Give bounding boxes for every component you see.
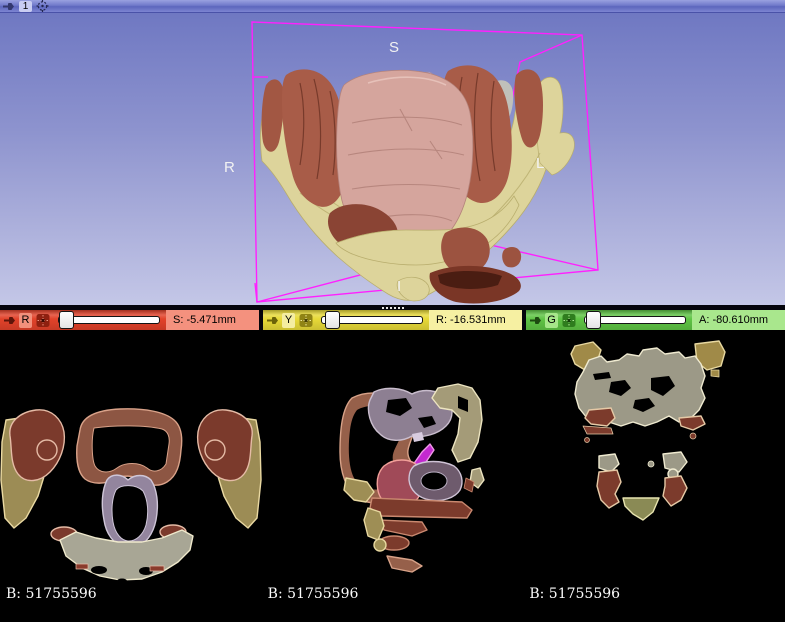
green-slice-view[interactable]: B: 51755596	[523, 330, 785, 622]
green-slice-controller: G A: -80.610mm	[526, 310, 785, 330]
red-slice-controller: R S: -5.471mm	[0, 310, 259, 330]
axial-segmentation	[0, 330, 262, 622]
slice-menu-icon[interactable]	[35, 313, 51, 328]
view-number-badge[interactable]: 1	[19, 1, 32, 12]
segmentation-3d-model	[0, 13, 785, 305]
slider-handle[interactable]	[325, 311, 340, 329]
splitter-grip[interactable]	[382, 307, 404, 309]
corner-annotation: B: 51755596	[6, 586, 97, 602]
slice-offset-slider[interactable]	[57, 312, 161, 328]
view-letter-badge[interactable]: G	[545, 313, 558, 328]
axis-label-left: L	[536, 156, 544, 171]
pin-icon[interactable]	[266, 315, 279, 326]
view3d-controller-bar: 1	[0, 0, 785, 13]
view-letter-badge[interactable]: R	[19, 313, 32, 328]
red-slice-view[interactable]: B: 51755596	[0, 330, 262, 622]
axis-label-superior: S	[389, 40, 399, 55]
axis-label-inferior: I	[397, 279, 401, 294]
view-letter-badge[interactable]: Y	[282, 313, 295, 328]
slice-views-row: B: 51755596	[0, 330, 785, 622]
corner-annotation: B: 51755596	[268, 586, 359, 602]
slice-offset-slider[interactable]	[583, 312, 687, 328]
slice-menu-icon[interactable]	[298, 313, 314, 328]
pin-icon[interactable]	[2, 1, 15, 12]
slider-handle[interactable]	[586, 311, 601, 329]
coronal-segmentation	[523, 330, 785, 622]
yellow-slice-controller: Y R: -16.531mm	[263, 310, 522, 330]
pin-icon[interactable]	[529, 315, 542, 326]
axis-label-right: R	[224, 160, 235, 175]
slice-offset-value: R: -16.531mm	[429, 310, 522, 330]
yellow-slice-view[interactable]: B: 51755596	[262, 330, 524, 622]
slider-handle[interactable]	[59, 311, 74, 329]
sagittal-segmentation	[262, 330, 524, 622]
slice-offset-value: S: -5.471mm	[166, 310, 259, 330]
pin-icon[interactable]	[3, 315, 16, 326]
slice-offset-slider[interactable]	[320, 312, 424, 328]
spin-view-icon[interactable]	[36, 0, 49, 12]
slice-menu-icon[interactable]	[561, 313, 577, 328]
view3d-viewport[interactable]: S R L I	[0, 13, 785, 305]
slice-controllers-row: R S: -5.471mm Y	[0, 305, 785, 330]
slicer-layout: 1	[0, 0, 785, 622]
corner-annotation: B: 51755596	[529, 586, 620, 602]
slice-offset-value: A: -80.610mm	[692, 310, 785, 330]
